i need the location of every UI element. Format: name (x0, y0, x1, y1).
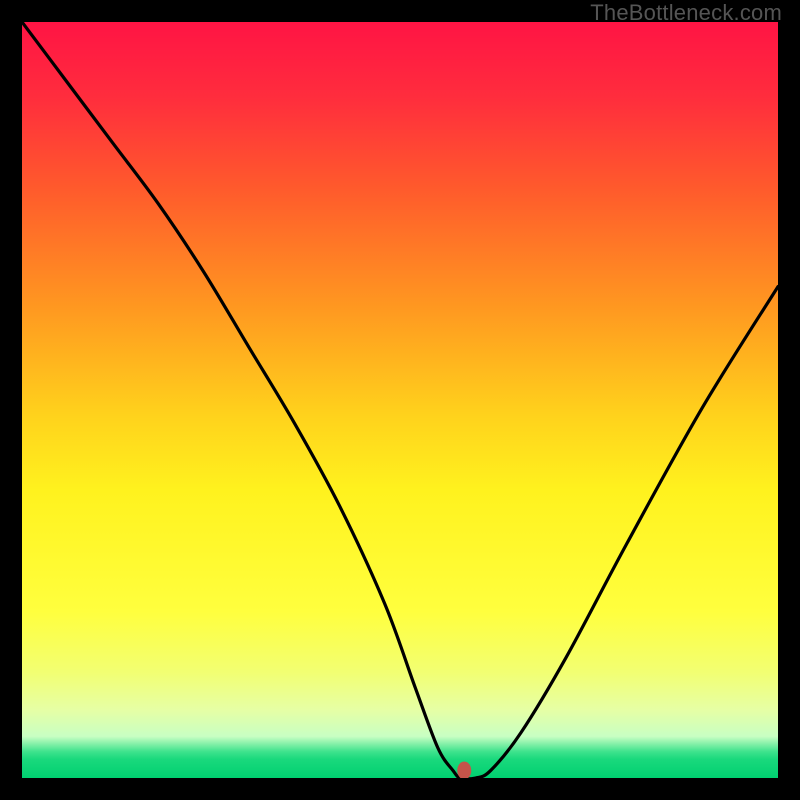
chart-svg (22, 22, 778, 778)
watermark-label: TheBottleneck.com (590, 0, 782, 26)
chart-frame: TheBottleneck.com (0, 0, 800, 800)
gradient-background (22, 22, 778, 778)
plot-area (22, 22, 778, 778)
